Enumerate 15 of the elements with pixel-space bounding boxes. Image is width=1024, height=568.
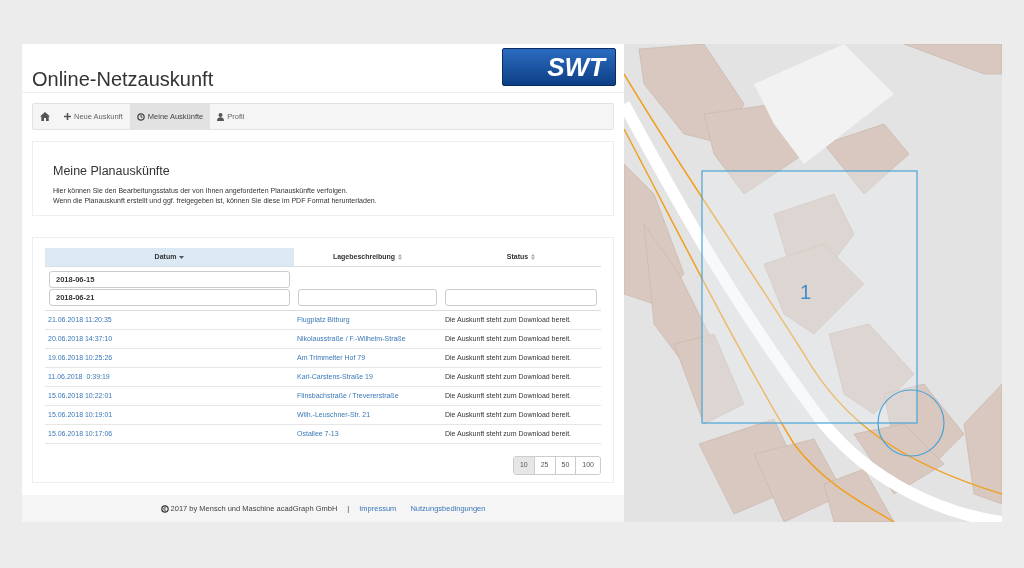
page-title: Online-Netzauskunft: [32, 67, 214, 92]
user-icon: [217, 112, 225, 121]
clock-icon: [136, 112, 145, 121]
sort-icon: [398, 254, 403, 260]
home-icon: [40, 112, 50, 121]
logo: SWT: [502, 48, 616, 86]
section-heading: Meine Planauskünfte: [53, 163, 171, 180]
sort-icon: [531, 254, 536, 260]
map-drawing[interactable]: [624, 44, 1002, 522]
sort-descending-icon: [179, 255, 185, 259]
location-filter-field[interactable]: [298, 289, 437, 306]
status-filter-field[interactable]: [445, 289, 597, 306]
area-number: 1: [800, 282, 812, 302]
copyright-icon: [160, 504, 169, 513]
plus-icon: [64, 113, 71, 120]
